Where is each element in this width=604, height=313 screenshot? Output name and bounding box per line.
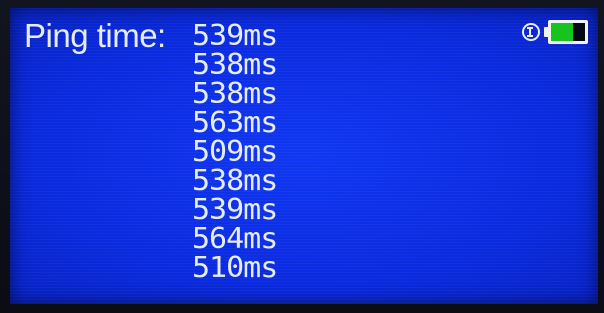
ping-time-value: 539ms [192,19,278,53]
lcd-screen: Ping time: 539ms 538ms 538ms 563ms 509ms… [10,8,598,304]
ping-time-value: 538ms [192,48,278,82]
status-bar [522,20,588,44]
ping-time-label: Ping time: [24,17,166,54]
ping-time-value: 563ms [192,106,278,140]
ping-time-value: 564ms [192,222,278,256]
ping-time-list: 539ms 538ms 538ms 563ms 509ms 538ms 539m… [192,19,278,285]
ping-time-value: 539ms [192,193,278,227]
ping-time-value: 538ms [192,77,278,111]
ping-time-value: 510ms [192,251,278,285]
device-bezel: Ping time: 539ms 538ms 538ms 563ms 509ms… [0,0,604,313]
battery-icon [544,20,588,44]
ping-time-value: 509ms [192,135,278,169]
info-icon [522,23,540,41]
battery-terminal [544,27,548,37]
battery-empty-area [573,23,585,41]
battery-charge-level [551,23,574,41]
ping-time-value: 538ms [192,164,278,198]
